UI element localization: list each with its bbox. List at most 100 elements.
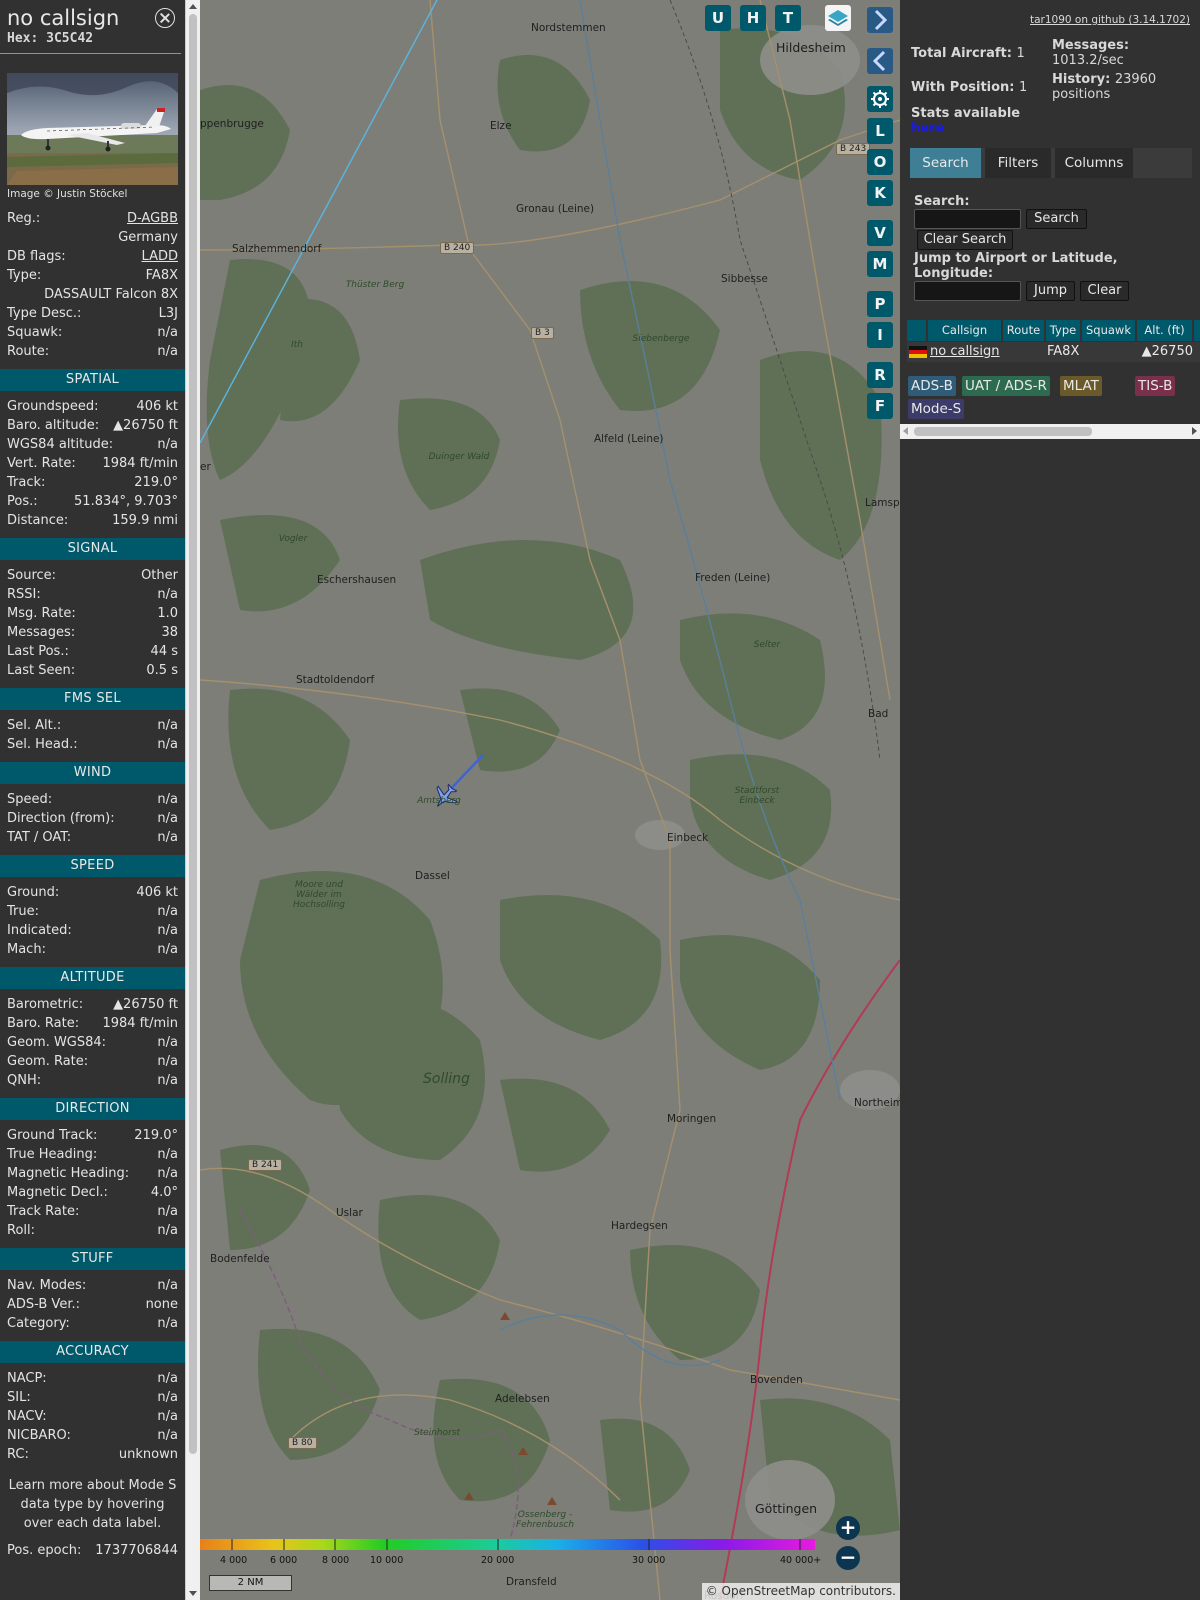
- row-callsign[interactable]: no callsign: [930, 342, 1002, 362]
- town-label-bad: Bad: [868, 708, 889, 720]
- map-attribution[interactable]: © OpenStreetMap contributors.: [701, 1583, 900, 1600]
- detail-label-msg-rate[interactable]: Msg. Rate:: [7, 604, 76, 623]
- detail-label-baro-altitude[interactable]: Baro. altitude:: [7, 416, 99, 435]
- detail-label-nacv[interactable]: NACV:: [7, 1407, 47, 1426]
- detail-label-geom-wgs84[interactable]: Geom. WGS84:: [7, 1033, 106, 1052]
- table-header-callsign[interactable]: Callsign: [928, 320, 1002, 341]
- detail-label-track[interactable]: Track:: [7, 473, 45, 492]
- jump-input[interactable]: [914, 281, 1021, 301]
- search-button[interactable]: Search: [1026, 209, 1087, 229]
- detail-label-barometric[interactable]: Barometric:: [7, 995, 83, 1014]
- detail-label-magnetic-decl[interactable]: Magnetic Decl.:: [7, 1183, 108, 1202]
- sidebar-scrollbar[interactable]: [185, 0, 200, 1600]
- search-input[interactable]: [914, 209, 1021, 229]
- table-header-speed[interactable]: S: [1194, 320, 1200, 341]
- source-badge-uat-ads-r[interactable]: UAT / ADS-R: [962, 376, 1050, 396]
- stats-here-link[interactable]: here: [911, 121, 944, 136]
- detail-label-last-seen[interactable]: Last Seen:: [7, 661, 75, 680]
- collapse-left-icon[interactable]: [867, 48, 893, 74]
- detail-label-sel-alt[interactable]: Sel. Alt.:: [7, 716, 61, 735]
- jump-button[interactable]: Jump: [1026, 281, 1075, 301]
- source-badge-mlat[interactable]: MLAT: [1060, 376, 1102, 396]
- scroll-up-icon[interactable]: [189, 4, 197, 9]
- map-button-h[interactable]: H: [740, 5, 766, 31]
- detail-label-qnh[interactable]: QNH:: [7, 1071, 41, 1090]
- detail-label-category[interactable]: Category:: [7, 1314, 70, 1333]
- detail-label-groundspeed[interactable]: Groundspeed:: [7, 397, 98, 416]
- source-badge-mode-s[interactable]: Mode-S: [908, 399, 965, 419]
- detail-label-wgs84-altitude[interactable]: WGS84 altitude:: [7, 435, 113, 454]
- detail-label-ground-track[interactable]: Ground Track:: [7, 1126, 97, 1145]
- detail-label-messages[interactable]: Messages:: [7, 623, 75, 642]
- detail-label-last-pos[interactable]: Last Pos.:: [7, 642, 69, 661]
- map-view[interactable]: Nordstemmen Hildesheim ppenbrugge Elze Grona…: [200, 0, 900, 1600]
- detail-label-pos[interactable]: Pos.:: [7, 492, 38, 511]
- detail-label-magnetic-heading[interactable]: Magnetic Heading:: [7, 1164, 129, 1183]
- scroll-left-icon[interactable]: [903, 427, 908, 435]
- detail-label-true-heading[interactable]: True Heading:: [7, 1145, 97, 1164]
- detail-label-mach[interactable]: Mach:: [7, 940, 46, 959]
- zoom-out-icon[interactable]: −: [836, 1546, 860, 1570]
- map-button-v[interactable]: V: [867, 220, 893, 246]
- github-link[interactable]: tar1090 on github (3.14.1702): [1030, 14, 1190, 26]
- detail-label-ground[interactable]: Ground:: [7, 883, 59, 902]
- scroll-right-icon[interactable]: [1192, 427, 1197, 435]
- map-button-f[interactable]: F: [867, 393, 893, 419]
- detail-label-tat-oat[interactable]: TAT / OAT:: [7, 828, 71, 847]
- panel-tabs: Search Filters Columns: [910, 148, 1192, 178]
- map-button-t[interactable]: T: [775, 5, 801, 31]
- table-header-flag[interactable]: [907, 320, 927, 341]
- detail-label-direction-from[interactable]: Direction (from):: [7, 809, 115, 828]
- table-header-squawk[interactable]: Squawk: [1082, 320, 1136, 341]
- table-horizontal-scrollbar[interactable]: [900, 424, 1200, 439]
- info-value-2[interactable]: LADD: [142, 247, 178, 266]
- map-button-o[interactable]: O: [867, 149, 893, 175]
- source-badge-tis-b[interactable]: TIS-B: [1135, 376, 1176, 396]
- map-button-u[interactable]: U: [705, 5, 731, 31]
- detail-label-ads-b-ver[interactable]: ADS-B Ver.:: [7, 1295, 80, 1314]
- detail-label-rc[interactable]: RC:: [7, 1445, 29, 1464]
- detail-label-speed[interactable]: Speed:: [7, 790, 52, 809]
- close-icon[interactable]: [155, 8, 175, 28]
- detail-label-nicbaro[interactable]: NICBARO:: [7, 1426, 71, 1445]
- detail-label-geom-rate[interactable]: Geom. Rate:: [7, 1052, 88, 1071]
- detail-label-vert-rate[interactable]: Vert. Rate:: [7, 454, 76, 473]
- info-value-0[interactable]: D-AGBB: [127, 209, 178, 228]
- detail-label-roll[interactable]: Roll:: [7, 1221, 35, 1240]
- zoom-in-icon[interactable]: +: [836, 1516, 860, 1540]
- expand-right-icon[interactable]: [867, 7, 893, 33]
- table-header-altitude[interactable]: Alt. (ft): [1137, 320, 1193, 341]
- horizontal-scroll-thumb[interactable]: [914, 427, 1092, 436]
- tab-filters[interactable]: Filters: [985, 148, 1051, 178]
- settings-gear-icon[interactable]: [867, 86, 893, 112]
- scroll-down-icon[interactable]: [189, 1591, 197, 1596]
- detail-label-sel-head[interactable]: Sel. Head.:: [7, 735, 78, 754]
- table-header-type[interactable]: Type: [1046, 320, 1081, 341]
- map-button-p[interactable]: P: [867, 291, 893, 317]
- detail-label-track-rate[interactable]: Track Rate:: [7, 1202, 79, 1221]
- source-badge-ads-b[interactable]: ADS-B: [908, 376, 956, 396]
- clear-button[interactable]: Clear: [1080, 281, 1129, 301]
- detail-label-nav-modes[interactable]: Nav. Modes:: [7, 1276, 86, 1295]
- map-button-r[interactable]: R: [867, 362, 893, 388]
- map-button-m[interactable]: M: [867, 251, 893, 277]
- detail-label-baro-rate[interactable]: Baro. Rate:: [7, 1014, 79, 1033]
- detail-label-nacp[interactable]: NACP:: [7, 1369, 47, 1388]
- map-button-l[interactable]: L: [867, 118, 893, 144]
- detail-label-source[interactable]: Source:: [7, 566, 56, 585]
- aircraft-photo[interactable]: [7, 73, 178, 185]
- detail-label-sil[interactable]: SIL:: [7, 1388, 31, 1407]
- tab-columns[interactable]: Columns: [1055, 148, 1133, 178]
- tab-search[interactable]: Search: [910, 148, 981, 178]
- sidebar-scroll-thumb[interactable]: [189, 14, 197, 1454]
- clear-search-button[interactable]: Clear Search: [917, 230, 1013, 250]
- map-button-k[interactable]: K: [867, 180, 893, 206]
- detail-label-true[interactable]: True:: [7, 902, 39, 921]
- table-header-route[interactable]: Route: [1003, 320, 1045, 341]
- town-label-gronau-leine: Gronau (Leine): [516, 203, 595, 215]
- detail-label-indicated[interactable]: Indicated:: [7, 921, 72, 940]
- layers-icon[interactable]: [825, 5, 851, 31]
- detail-label-distance[interactable]: Distance:: [7, 511, 68, 530]
- detail-label-rssi[interactable]: RSSI:: [7, 585, 41, 604]
- map-button-i[interactable]: I: [867, 322, 893, 348]
